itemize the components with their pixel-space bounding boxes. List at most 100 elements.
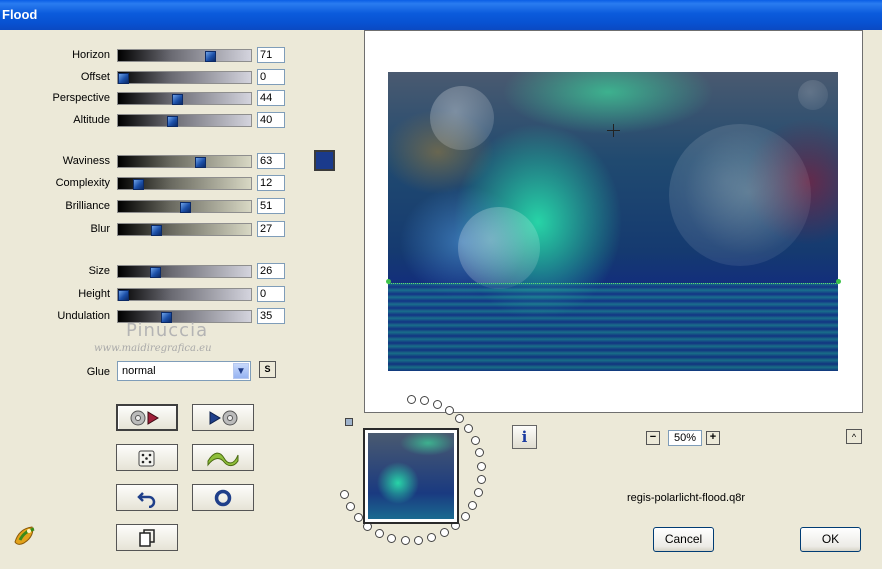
dial-dot[interactable] [345,501,355,511]
reset-button[interactable] [192,484,254,511]
expand-up-button[interactable]: ^ [846,429,862,444]
navigator-thumbnail[interactable] [363,428,459,524]
dial-dot[interactable] [444,405,454,415]
horizon-handle-left[interactable] [386,279,391,284]
dial-dot[interactable] [419,395,429,405]
dial-dot[interactable] [470,435,480,445]
dial-dot[interactable] [387,533,397,543]
brilliance-slider-thumb[interactable] [180,202,192,213]
randomize-button[interactable] [116,444,178,471]
slider-row-offset: Offset 0 [0,69,290,87]
zoom-level: 50% [668,430,702,446]
ring-icon [214,489,232,506]
offset-slider[interactable] [117,71,252,84]
dial-dot[interactable] [414,536,424,546]
horizon-line[interactable] [388,283,838,284]
horizon-value-field[interactable]: 71 [257,47,285,63]
dial-dot[interactable] [427,533,437,543]
preset-filename: regis-polarlicht-flood.q8r [627,492,745,504]
offset-label: Offset [80,71,110,83]
height-slider-thumb[interactable] [118,290,129,301]
complexity-slider-thumb[interactable] [132,179,144,190]
undulation-value-field[interactable]: 35 [257,308,285,324]
window-title: Flood [2,7,38,22]
dialog-client: Horizon 71 Offset 0 Perspective 44 Altitude 40 W… [0,30,882,569]
size-slider-thumb[interactable] [149,267,161,278]
dial-dot[interactable] [460,511,470,521]
offset-value-field[interactable]: 0 [257,69,285,85]
zoom-in-button[interactable]: + [706,431,720,445]
preview-image[interactable] [388,72,838,371]
dial-dot[interactable] [374,529,384,539]
title-bar[interactable]: Flood [0,0,882,30]
info-button[interactable]: i [512,425,537,449]
dial-dot[interactable] [468,500,478,510]
brilliance-value-field[interactable]: 51 [257,198,285,214]
perspective-slider[interactable] [117,92,252,105]
blur-label: Blur [90,223,110,235]
preview-frame [364,30,863,413]
complexity-slider[interactable] [117,177,252,190]
color-swatch[interactable] [314,150,335,171]
perspective-label: Perspective [52,92,110,104]
horizon-label: Horizon [72,49,110,61]
slider-row-waviness: Waviness 63 [0,153,290,171]
dial-dot[interactable] [353,512,363,522]
zoom-out-button[interactable]: − [646,431,660,445]
dial-dot[interactable] [406,394,416,404]
play-disc-icon [209,410,238,425]
horizon-handle-right[interactable] [836,279,841,284]
navigator-anchor[interactable] [345,418,353,426]
dial-dot[interactable] [432,399,442,409]
dial-dot[interactable] [464,424,474,434]
dial-dot[interactable] [339,489,349,499]
altitude-slider-thumb[interactable] [166,116,178,127]
horizon-slider-thumb[interactable] [204,51,216,62]
wave-icon [207,452,239,466]
height-value-field[interactable]: 0 [257,286,285,302]
chevron-down-icon[interactable]: ▼ [233,363,249,379]
copy-icon [139,528,155,547]
dial-dot[interactable] [400,536,410,546]
perspective-slider-thumb[interactable] [171,94,183,105]
blur-slider[interactable] [117,223,252,236]
crosshair-icon[interactable] [607,124,620,137]
glue-label: Glue [86,366,110,378]
height-label: Height [78,288,110,300]
glue-select[interactable]: normal ▼ [117,361,251,381]
waviness-slider[interactable] [117,155,252,168]
blur-value-field[interactable]: 27 [257,221,285,237]
complexity-value-field[interactable]: 12 [257,175,285,191]
copy-button[interactable] [116,524,178,551]
perspective-value-field[interactable]: 44 [257,90,285,106]
brilliance-label: Brilliance [65,200,110,212]
dial-dot[interactable] [475,448,485,458]
altitude-value-field[interactable]: 40 [257,112,285,128]
altitude-slider[interactable] [117,114,252,127]
height-slider[interactable] [117,288,252,301]
slider-row-perspective: Perspective 44 [0,90,290,108]
offset-slider-thumb[interactable] [118,73,129,84]
size-value-field[interactable]: 26 [257,263,285,279]
dial-dot[interactable] [476,475,486,485]
slider-row-height: Height 0 [0,286,290,304]
play-disc-button[interactable] [192,404,254,431]
slider-row-size: Size 26 [0,263,290,281]
waviness-slider-thumb[interactable] [194,157,206,168]
watermark-name: Pinuccia [126,320,209,341]
ok-button[interactable]: OK [800,527,861,552]
size-slider[interactable] [117,265,252,278]
dial-dot[interactable] [473,488,483,498]
cancel-button[interactable]: Cancel [653,527,714,552]
dial-dot[interactable] [477,461,487,471]
glue-s-button[interactable]: S [259,361,276,378]
brilliance-slider[interactable] [117,200,252,213]
undo-button[interactable] [116,484,178,511]
waviness-value-field[interactable]: 63 [257,153,285,169]
horizon-slider[interactable] [117,49,252,62]
dial-dot[interactable] [455,413,465,423]
wave-button[interactable] [192,444,254,471]
blur-slider-thumb[interactable] [150,225,162,236]
reset-forward-button[interactable] [116,404,178,431]
dial-dot[interactable] [439,528,449,538]
